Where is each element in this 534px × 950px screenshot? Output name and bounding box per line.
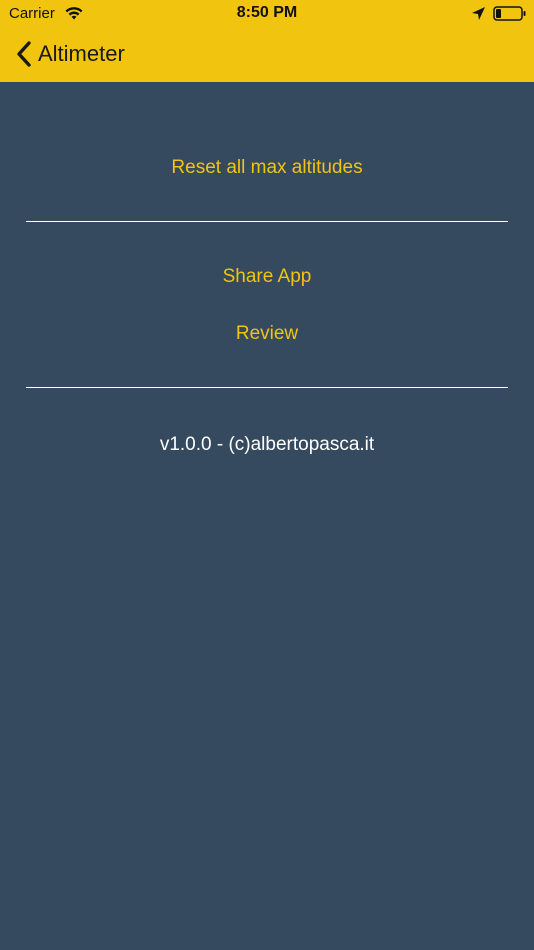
status-time: 8:50 PM [236, 4, 298, 21]
nav-bar: Altimeter [0, 34, 534, 74]
chevron-left-icon [17, 41, 31, 67]
status-bar: Carrier 8:50 PM [0, 0, 534, 28]
divider-bottom [26, 387, 508, 388]
back-label: Altimeter [38, 41, 125, 66]
battery-icon [493, 6, 526, 21]
version-label: v1.0.0 - (c)albertopasca.it [159, 434, 375, 455]
header: Carrier 8:50 PM Altimeter [0, 0, 534, 82]
share-app-button[interactable]: Share App [0, 266, 534, 288]
review-button[interactable]: Review [0, 323, 534, 345]
divider-top [26, 221, 508, 222]
reset-max-altitudes-button[interactable]: Reset all max altitudes [0, 157, 534, 179]
location-icon [472, 7, 485, 20]
back-button[interactable]: Altimeter [14, 34, 125, 74]
settings-content: Reset all max altitudes Share App Review… [0, 82, 534, 950]
